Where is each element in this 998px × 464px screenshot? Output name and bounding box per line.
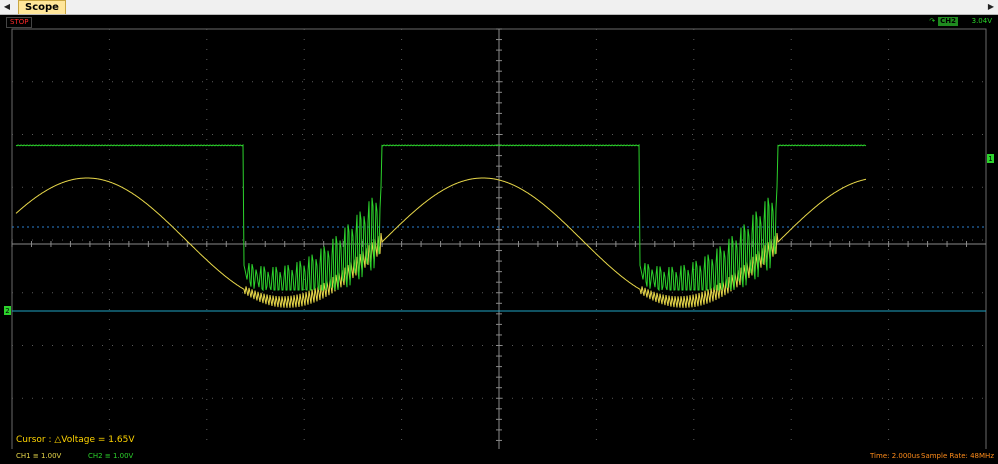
ch1-scale: 1.00V: [40, 452, 62, 460]
ch2-info[interactable]: CH2 ≡ 1.00V: [88, 452, 133, 461]
tab-scroll-right-icon[interactable]: ▶: [985, 0, 997, 13]
scope-display[interactable]: STOP ↷ CH2 3.04V 2 1 Cursor : △Voltage =…: [0, 15, 998, 464]
graticule-grid: [11, 28, 986, 451]
status-footer: CH1 ≡ 1.00V CH2 ≡ 1.00V Time: 2.000us Sa…: [0, 449, 998, 464]
timebase-readout: Time: 2.000us: [870, 452, 920, 460]
sample-rate-readout: Sample Rate: 48MHz: [921, 452, 994, 460]
ch1-coupling-icon: ≡: [32, 452, 39, 460]
ch2-waveform: [15, 143, 867, 292]
tab-scroll-left-icon[interactable]: ◀: [1, 0, 13, 13]
ch1-label: CH1: [16, 452, 31, 460]
ch1-info[interactable]: CH1 ≡ 1.00V: [16, 452, 61, 461]
cursor-readout: Cursor : △Voltage = 1.65V: [16, 435, 135, 445]
ch2-marker-label: 2: [5, 307, 9, 315]
tab-bar: ◀ Scope ▶: [0, 0, 998, 15]
ch2-coupling-icon: ≡: [104, 452, 111, 460]
waveform-plot[interactable]: 2 1: [0, 15, 998, 464]
ch2-label: CH2: [88, 452, 103, 460]
ch2-scale: 1.00V: [112, 452, 134, 460]
trigger-marker-label: 1: [988, 155, 992, 163]
tab-scope[interactable]: Scope: [18, 0, 66, 14]
